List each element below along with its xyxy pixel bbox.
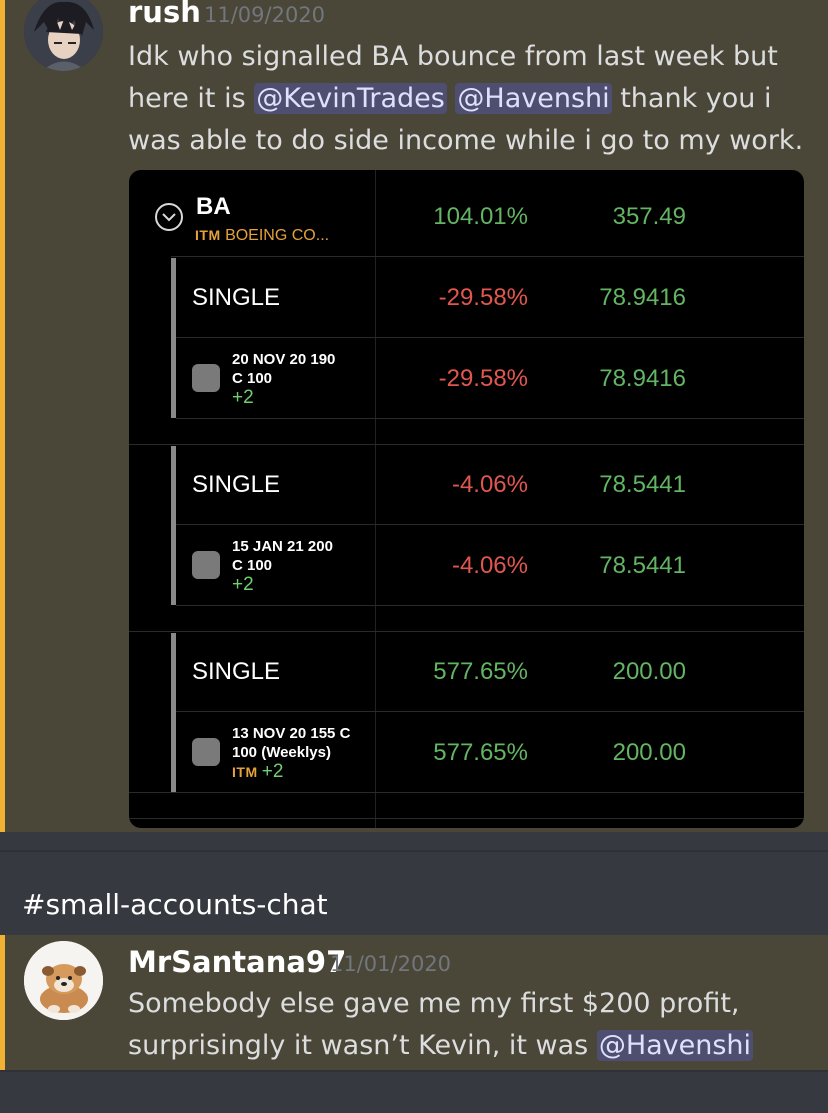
contract-description: 20 NOV 20 190 C 100 +2 xyxy=(232,350,335,408)
row-divider xyxy=(129,818,804,819)
message-line-2-prefix: here it is xyxy=(128,83,255,114)
ticker-symbol: BA xyxy=(196,193,231,220)
author-name[interactable]: rush xyxy=(128,0,201,29)
leg-percent: -29.58% xyxy=(438,284,528,311)
leg-bar xyxy=(171,633,176,792)
total-value: 357.49 xyxy=(612,203,686,230)
row-divider xyxy=(171,256,804,257)
message-line-2-suffix: thank you i xyxy=(611,83,772,114)
leg-type: SINGLE xyxy=(192,471,281,498)
leg-bar xyxy=(171,258,176,418)
total-percent: 104.01% xyxy=(433,203,528,230)
contract-quantity: +2 xyxy=(232,387,254,408)
contract-value: 78.5441 xyxy=(599,552,686,579)
select-checkbox[interactable] xyxy=(192,738,220,766)
company-label: BOEING CO... xyxy=(225,227,330,244)
message-mrsantana97: MrSantana97 11/01/2020 Somebody else gav… xyxy=(0,935,828,1070)
contract-percent: -29.58% xyxy=(438,365,528,392)
row-divider xyxy=(176,524,804,525)
message-line-2: surprisingly it wasn’t Kevin, it was @Ha… xyxy=(128,1025,754,1067)
mention-havenshi[interactable]: @Havenshi xyxy=(455,83,612,114)
mention-highlight-bar xyxy=(0,0,5,832)
positions-screenshot[interactable]: BA ITM BOEING CO... 104.01% 357.49 SINGL… xyxy=(129,170,804,828)
leg-value: 78.5441 xyxy=(599,471,686,498)
contract-percent: -4.06% xyxy=(451,552,528,579)
contract-value: 78.9416 xyxy=(599,365,686,392)
message-line-1: Idk who signalled BA bounce from last we… xyxy=(128,41,778,72)
message-line-1: Somebody else gave me my first $200 prof… xyxy=(128,988,740,1019)
contract-description: 13 NOV 20 155 C 100 (Weeklys) ITM +2 xyxy=(232,724,350,782)
message-line-3: was able to do side income while i go to… xyxy=(128,125,804,156)
avatar[interactable] xyxy=(24,0,103,71)
collapse-chevron-icon xyxy=(155,203,183,231)
contract-line-2: C 100 xyxy=(232,557,273,574)
contract-line-2: 100 (Weeklys) xyxy=(232,744,331,761)
author-name[interactable]: MrSantana97 xyxy=(128,945,346,979)
contract-value: 200.00 xyxy=(612,739,686,766)
message-line-2-prefix: surprisingly it wasn’t Kevin, it was xyxy=(128,1030,597,1061)
leg-type: SINGLE xyxy=(192,284,281,311)
message-line-2: here it is @KevinTrades @Havenshi thank … xyxy=(128,78,803,120)
contract-description: 15 JAN 21 200 C 100 +2 xyxy=(232,537,333,595)
contract-line-1: 20 NOV 20 190 xyxy=(232,351,336,368)
row-divider xyxy=(129,792,804,793)
mention-havenshi[interactable]: @Havenshi xyxy=(596,1030,754,1061)
message-text: Idk who signalled BA bounce from last we… xyxy=(128,36,803,162)
divider-line xyxy=(0,850,828,852)
contract-line-1: 15 JAN 21 200 xyxy=(232,538,333,555)
leg-value: 200.00 xyxy=(612,658,686,685)
select-checkbox[interactable] xyxy=(192,551,220,579)
timestamp: 11/09/2020 xyxy=(204,3,326,27)
timestamp: 11/01/2020 xyxy=(330,952,452,976)
message-rush: rush 11/09/2020 Idk who signalled BA bou… xyxy=(0,0,828,832)
row-divider xyxy=(176,337,804,338)
channel-name[interactable]: #small-accounts-chat xyxy=(22,888,328,921)
itm-badge: ITM xyxy=(232,764,258,780)
avatar[interactable] xyxy=(24,941,103,1020)
company-name: ITM BOEING CO... xyxy=(195,227,329,245)
mention-kevintrades[interactable]: @KevinTrades xyxy=(254,83,447,114)
leg-percent: -4.06% xyxy=(451,471,528,498)
select-checkbox[interactable] xyxy=(192,364,220,392)
leg-value: 78.9416 xyxy=(599,284,686,311)
leg-type: SINGLE xyxy=(192,658,281,685)
contract-quantity: +2 xyxy=(232,574,254,595)
message-text: Somebody else gave me my first $200 prof… xyxy=(128,983,754,1067)
next-message-area xyxy=(0,1070,828,1113)
contract-line-2: C 100 xyxy=(232,370,273,387)
leg-percent: 577.65% xyxy=(433,658,528,685)
contract-quantity: +2 xyxy=(261,761,284,782)
row-divider xyxy=(176,711,804,712)
contract-percent: 577.65% xyxy=(433,739,528,766)
column-divider xyxy=(375,170,376,828)
row-divider xyxy=(176,605,804,606)
row-divider xyxy=(129,631,804,632)
leg-bar xyxy=(171,446,176,605)
itm-badge: ITM xyxy=(195,227,221,243)
mention-highlight-bar xyxy=(0,935,5,1070)
contract-line-1: 13 NOV 20 155 C xyxy=(232,725,351,742)
row-divider xyxy=(129,444,804,445)
row-divider xyxy=(176,418,804,419)
